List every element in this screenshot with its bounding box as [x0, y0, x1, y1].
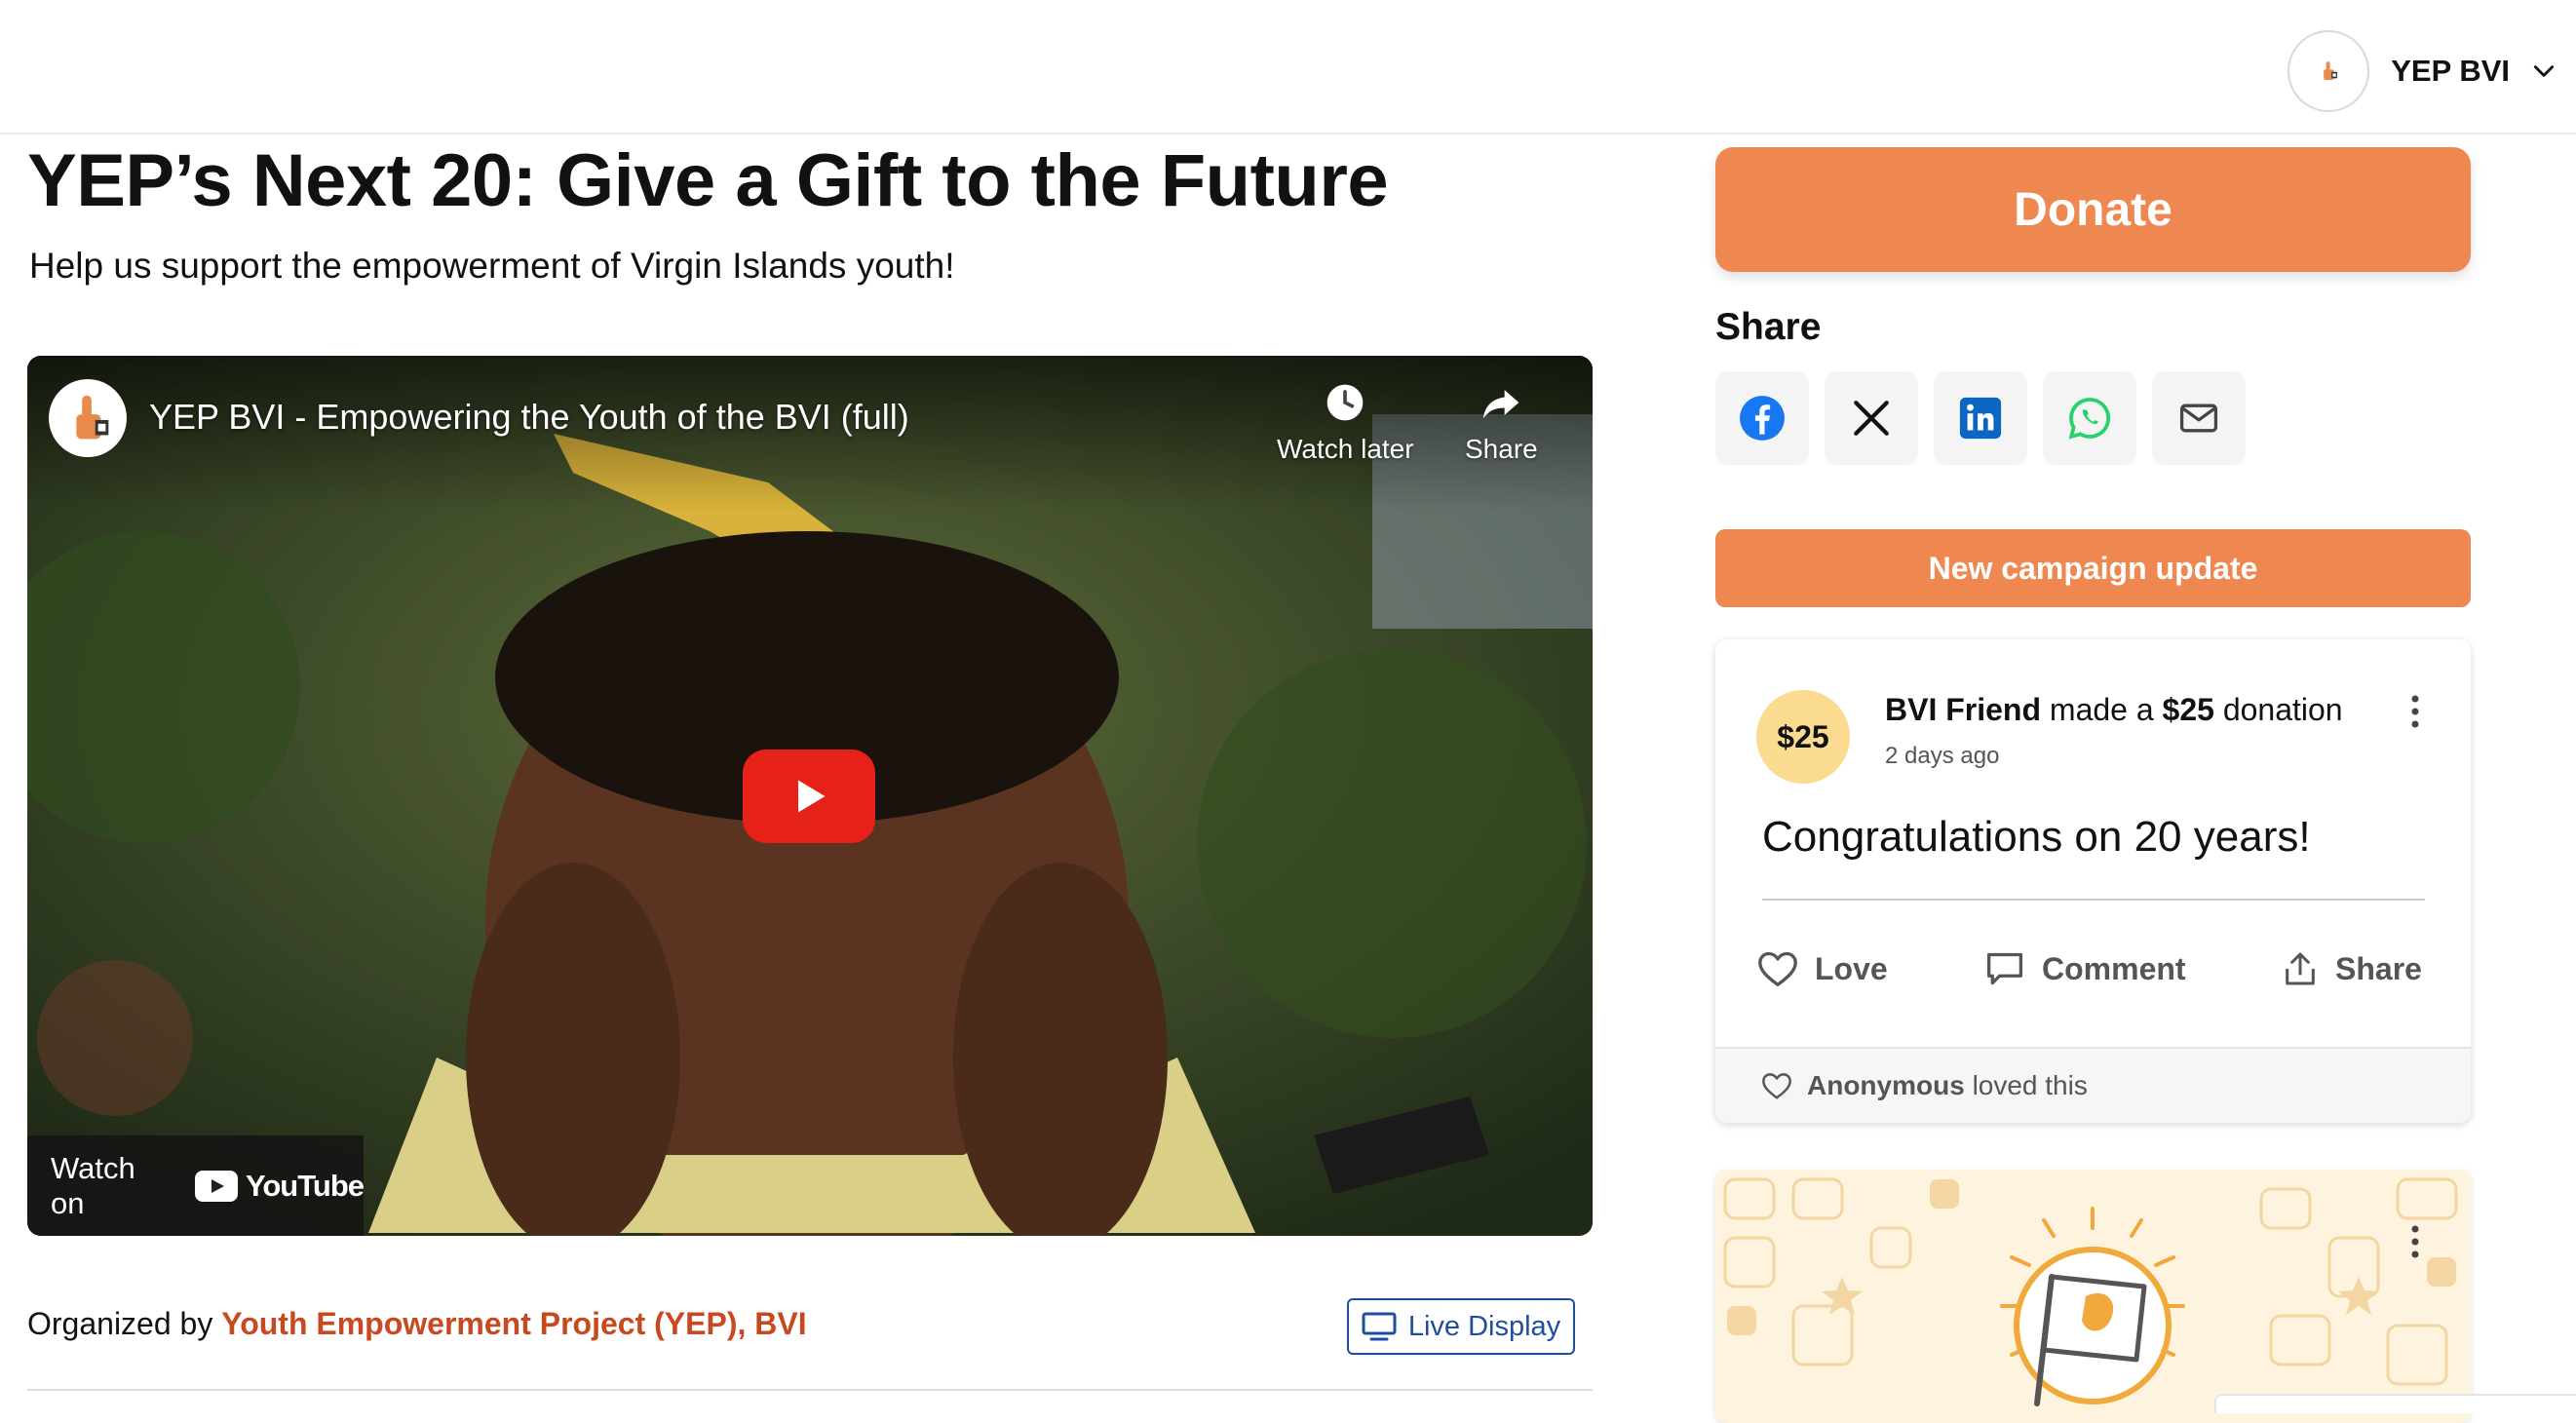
- share-heading: Share: [1715, 306, 1822, 348]
- love-button[interactable]: Love: [1756, 949, 1888, 988]
- email-icon: [2179, 404, 2218, 433]
- likes-suffix: loved this: [1972, 1070, 2088, 1100]
- divider: [27, 1389, 1593, 1391]
- top-bar: YEP BVI: [0, 0, 2576, 135]
- more-vertical-icon: [2411, 1225, 2419, 1258]
- heart-icon: [1758, 951, 1797, 986]
- thumbs-up-logo-icon: [76, 395, 109, 440]
- likes-text: Anonymous loved this: [1807, 1070, 2088, 1101]
- watch-later-label: Watch later: [1277, 434, 1414, 464]
- video-share-label: Share: [1465, 434, 1538, 464]
- page-title: YEP’s Next 20: Give a Gift to the Future: [27, 139, 1389, 222]
- comment-button[interactable]: Comment: [1983, 949, 2186, 988]
- donation-suffix: donation: [2213, 692, 2343, 727]
- more-vertical-icon: [2411, 695, 2419, 728]
- milestone-emblem-icon: [2000, 1207, 2185, 1406]
- youtube-logo: YouTube: [195, 1168, 365, 1204]
- milestone-more-button[interactable]: [2398, 1218, 2433, 1265]
- watch-later-button[interactable]: Watch later: [1277, 381, 1414, 465]
- update-share-label: Share: [2335, 950, 2422, 986]
- channel-avatar[interactable]: [49, 379, 127, 457]
- share-email-button[interactable]: [2152, 371, 2246, 465]
- youtube-icon: [195, 1170, 238, 1202]
- donation-more-button[interactable]: [2398, 688, 2433, 735]
- donation-card: $25 BVI Friend made a $25 donation 2 day…: [1715, 639, 2471, 1123]
- share-arrow-icon: [1483, 390, 1519, 419]
- thumbs-up-logo-icon: [2324, 61, 2338, 80]
- live-display-label: Live Display: [1407, 1310, 1561, 1342]
- play-icon: [798, 780, 826, 813]
- organizer-prefix: Organized by: [27, 1306, 222, 1341]
- youtube-wordmark: YouTube: [246, 1168, 365, 1203]
- milestone-card: [1715, 1170, 2471, 1423]
- share-linkedin-button[interactable]: [1934, 371, 2027, 465]
- watch-on-youtube-button[interactable]: Watch on YouTube: [27, 1135, 365, 1236]
- upload-share-icon: [2286, 952, 2315, 985]
- video-share-button[interactable]: Share: [1465, 381, 1538, 465]
- share-whatsapp-button[interactable]: [2043, 371, 2136, 465]
- donor-name: BVI Friend: [1885, 692, 2042, 727]
- watch-on-label: Watch on: [51, 1150, 135, 1220]
- video-embed[interactable]: YEP BVI - Empowering the Youth of the BV…: [27, 356, 1593, 1236]
- video-title[interactable]: YEP BVI - Empowering the Youth of the BV…: [149, 397, 909, 438]
- donate-button[interactable]: Donate: [1715, 147, 2471, 272]
- liker-name[interactable]: Anonymous: [1807, 1070, 1965, 1100]
- heart-icon: [1762, 1073, 1791, 1099]
- donation-timestamp: 2 days ago: [1885, 743, 2000, 769]
- comment-icon: [1987, 952, 2022, 985]
- organizer-line: Organized by Youth Empowerment Project (…: [27, 1306, 807, 1342]
- donation-message: Congratulations on 20 years!: [1762, 813, 2311, 861]
- new-campaign-update-button[interactable]: New campaign update: [1715, 529, 2471, 607]
- facebook-icon: [1740, 396, 1785, 441]
- donation-amount-badge: $25: [1756, 690, 1850, 784]
- live-display-button[interactable]: Live Display: [1347, 1298, 1575, 1355]
- donation-verb: made a: [2041, 692, 2163, 727]
- share-facebook-button[interactable]: [1715, 371, 1809, 465]
- comment-label: Comment: [2042, 950, 2186, 986]
- bottom-corner-widget[interactable]: [2214, 1394, 2576, 1413]
- whatsapp-icon: [2068, 398, 2111, 440]
- divider: [1762, 899, 2425, 901]
- linkedin-icon: [1959, 397, 2002, 440]
- account-menu[interactable]: YEP BVI: [2288, 29, 2557, 113]
- update-share-button[interactable]: Share: [2281, 949, 2422, 988]
- pattern-background: [1723, 1177, 2458, 1406]
- love-label: Love: [1815, 950, 1888, 986]
- page-subtitle: Help us support the empowerment of Virgi…: [29, 246, 955, 286]
- clock-icon: [1326, 384, 1364, 421]
- donation-summary: BVI Friend made a $25 donation: [1885, 692, 2343, 728]
- share-x-button[interactable]: [1825, 371, 1918, 465]
- likes-footer: Anonymous loved this: [1715, 1047, 2471, 1123]
- avatar: [2288, 30, 2370, 112]
- monitor-icon: [1362, 1312, 1397, 1341]
- x-icon: [1854, 401, 1889, 436]
- organizer-link[interactable]: Youth Empowerment Project (YEP), BVI: [221, 1306, 806, 1341]
- play-button[interactable]: [743, 750, 875, 843]
- donation-amount: $25: [2162, 692, 2214, 727]
- chevron-down-icon: [2533, 65, 2555, 77]
- account-name: YEP BVI: [2391, 54, 2510, 88]
